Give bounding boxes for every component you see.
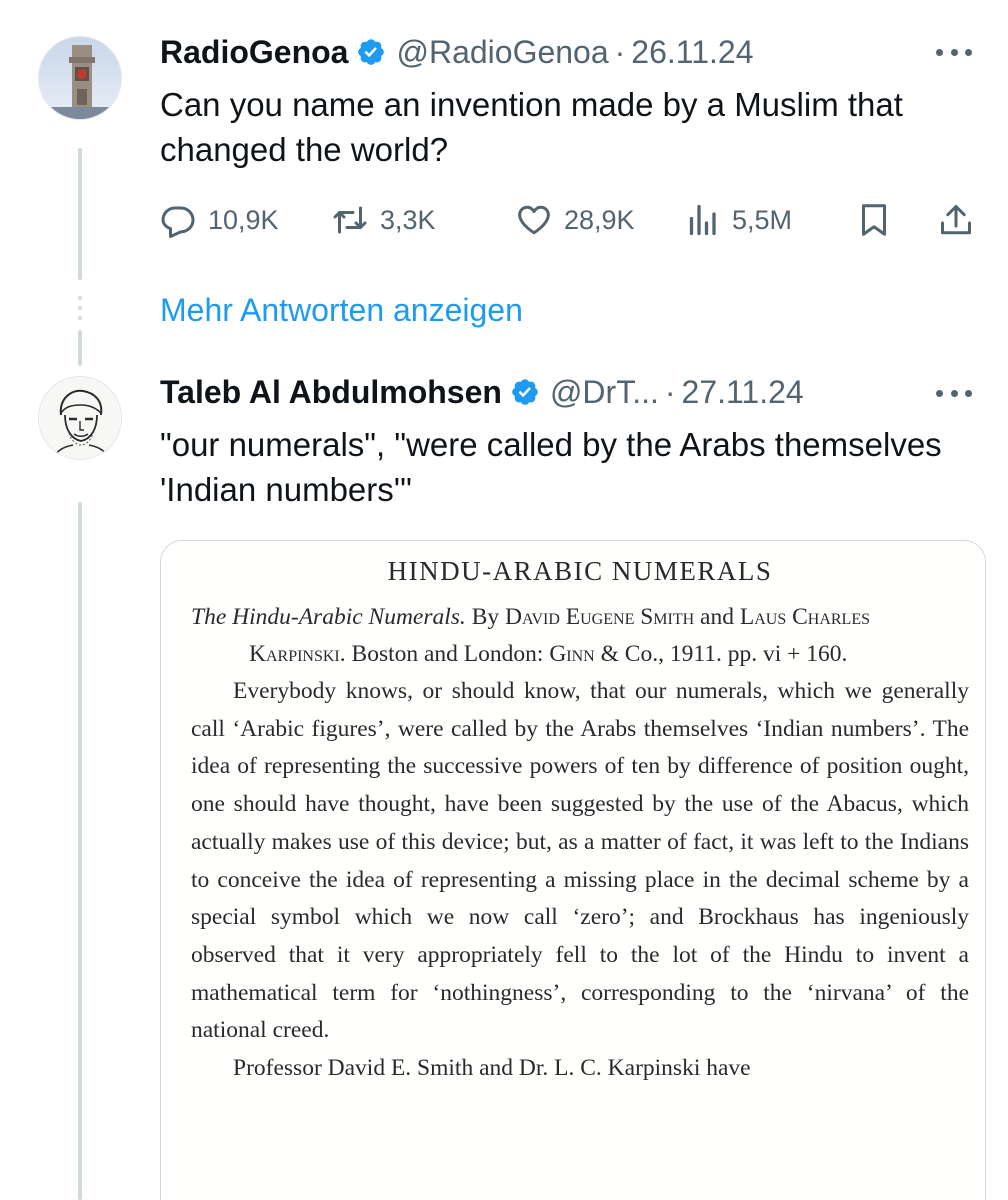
repost-icon xyxy=(333,206,367,234)
thread-line-top xyxy=(78,148,82,280)
ref-and: and xyxy=(700,604,734,630)
tweet-text: "our numerals", "were called by the Arab… xyxy=(160,426,942,508)
ref-by: By xyxy=(471,604,500,630)
thread-line-middle xyxy=(78,330,82,366)
document-paragraph: Everybody knows, or should know, that ou… xyxy=(191,678,969,1044)
ref-publisher: Ginn xyxy=(549,641,595,667)
document-paragraph: Professor David E. Smith and Dr. L. C. K… xyxy=(233,1055,751,1082)
verified-badge-icon xyxy=(512,379,538,405)
tweet-actions: 10,9K 3,3K 28,9K 5,5M xyxy=(160,198,980,242)
thread-dot xyxy=(78,306,82,310)
reply-button[interactable]: 10,9K xyxy=(160,198,279,242)
like-button[interactable]: 28,9K xyxy=(516,198,635,242)
avatar[interactable] xyxy=(38,376,122,460)
sketch-avatar-image xyxy=(39,377,121,459)
thread-line-bottom xyxy=(78,502,82,1200)
handle[interactable]: @DrT... xyxy=(550,372,659,412)
separator: · xyxy=(664,374,676,410)
show-more-replies-link[interactable]: Mehr Antworten anzeigen xyxy=(160,292,523,329)
share-button[interactable] xyxy=(938,198,986,242)
timestamp[interactable]: 27.11.24 xyxy=(682,372,804,412)
more-icon[interactable] xyxy=(936,387,972,399)
tweet-text: Can you name an invention made by a Musl… xyxy=(160,86,903,168)
ref-rest: & Co., 1911. pp. vi + 160. xyxy=(600,641,848,667)
view-count: 5,5M xyxy=(732,204,793,235)
document-title: HINDU-ARABIC NUMERALS xyxy=(387,556,773,586)
timestamp[interactable]: 26.11.24 xyxy=(631,32,753,72)
more-icon[interactable] xyxy=(936,46,972,58)
thread-dot xyxy=(78,316,82,320)
handle[interactable]: @RadioGenoa xyxy=(396,32,608,72)
document-reference: The Hindu-Arabic Numerals. By David Euge… xyxy=(191,599,969,673)
like-icon xyxy=(518,205,550,235)
tweet-header: RadioGenoa @RadioGenoa · 26.11.24 xyxy=(160,32,753,72)
avatar[interactable] xyxy=(38,36,122,120)
ref-place: Boston and London: xyxy=(351,641,544,667)
tower-avatar-image xyxy=(39,37,121,119)
thread-dot xyxy=(78,296,82,300)
verified-badge-icon xyxy=(358,39,385,65)
attached-image[interactable]: HINDU-ARABIC NUMERALS The Hindu-Arabic N… xyxy=(160,540,986,1200)
display-name[interactable]: Taleb Al Abdulmohsen xyxy=(160,372,502,412)
scanned-page: HINDU-ARABIC NUMERALS The Hindu-Arabic N… xyxy=(191,553,969,1088)
like-count: 28,9K xyxy=(564,204,635,235)
repost-button[interactable]: 3,3K xyxy=(332,198,436,242)
display-name[interactable]: RadioGenoa xyxy=(160,32,348,72)
views-icon xyxy=(689,204,716,236)
separator: · xyxy=(614,34,626,70)
bookmark-button[interactable] xyxy=(856,198,904,242)
bookmark-icon xyxy=(862,204,886,236)
share-icon xyxy=(941,205,971,235)
reply-icon xyxy=(161,206,195,238)
reply-count: 10,9K xyxy=(208,204,279,235)
views-button[interactable]: 5,5M xyxy=(684,198,792,242)
ref-author1: David Eugene Smith xyxy=(505,604,695,630)
ref-title: The Hindu-Arabic Numerals. xyxy=(191,604,466,630)
repost-count: 3,3K xyxy=(380,204,436,235)
tweet-header: Taleb Al Abdulmohsen @DrT... · 27.11.24 xyxy=(160,372,804,412)
